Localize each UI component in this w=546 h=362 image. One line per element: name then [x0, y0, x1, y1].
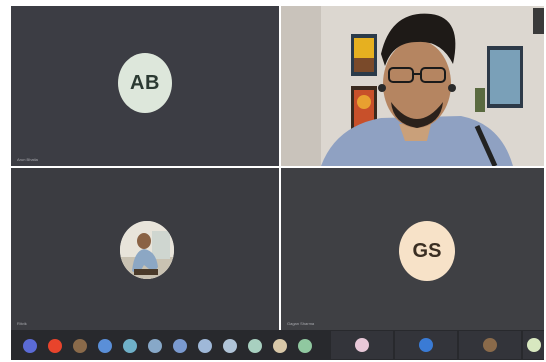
participant-name: Gagan Sharma [287, 321, 315, 326]
participant-video-tile[interactable] [281, 6, 544, 166]
video-feed [281, 6, 544, 166]
strip-avatar[interactable] [48, 339, 62, 353]
mini-tile[interactable] [459, 331, 521, 359]
strip-avatar[interactable] [23, 339, 37, 353]
avatar-gs: GS [399, 221, 455, 281]
participant-tile-ab[interactable]: AB Arun Bhatia [11, 6, 279, 166]
avatar-ab: AB [118, 53, 172, 113]
strip-avatar[interactable] [173, 339, 187, 353]
participant-name: Ritvik [17, 321, 27, 326]
strip-avatar[interactable] [73, 339, 87, 353]
mini-avatar [527, 338, 541, 352]
wall-painting [533, 8, 544, 34]
strip-avatar[interactable] [298, 339, 312, 353]
mini-tile[interactable] [395, 331, 457, 359]
strip-avatar[interactable] [223, 339, 237, 353]
participant-tile-gs[interactable]: GS Gagan Sharma [281, 168, 544, 330]
earbud [448, 84, 456, 92]
earbud [378, 84, 386, 92]
mini-avatar [419, 338, 433, 352]
strip-avatar[interactable] [248, 339, 262, 353]
mini-tile[interactable] [331, 331, 393, 359]
participant-name: Arun Bhatia [17, 157, 38, 162]
video-grid: AB Arun Bhatia Ritvik GS Gagan Sharma [11, 6, 544, 330]
mini-tile[interactable] [523, 331, 544, 359]
participant-tile-photo[interactable]: Ritvik [11, 168, 279, 330]
strip-avatar[interactable] [123, 339, 137, 353]
avatar-photo [120, 221, 174, 279]
avatar-initials: AB [130, 71, 160, 94]
strip-avatar[interactable] [198, 339, 212, 353]
avatar-initials: GS [412, 239, 442, 262]
strip-avatar[interactable] [148, 339, 162, 353]
participant-strip [11, 330, 544, 360]
mini-avatar [483, 338, 497, 352]
strip-avatar[interactable] [98, 339, 112, 353]
strip-avatar[interactable] [273, 339, 287, 353]
profile-photo [120, 221, 174, 279]
mini-avatar [355, 338, 369, 352]
